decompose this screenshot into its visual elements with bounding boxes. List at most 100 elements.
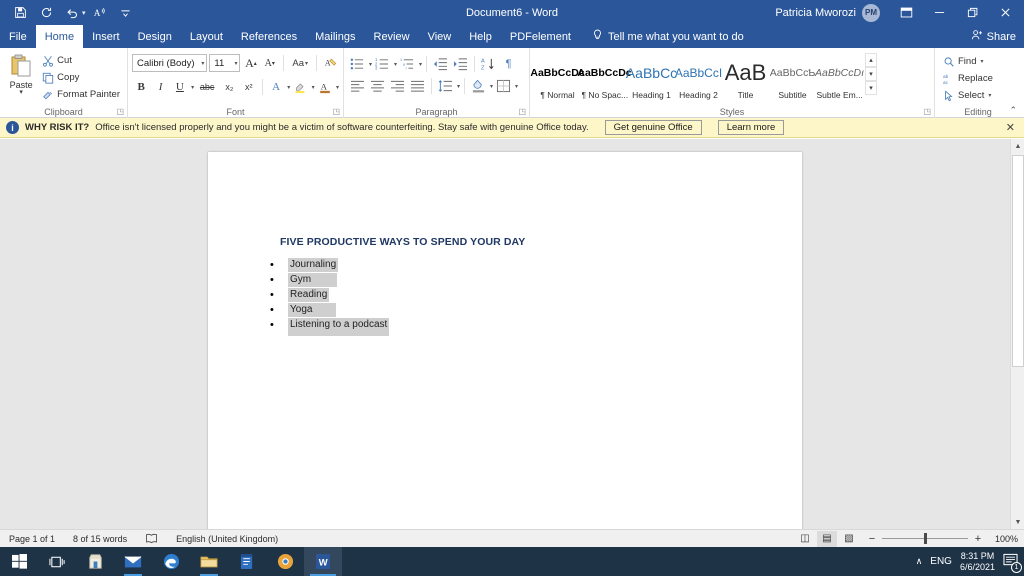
microsoft-store-icon[interactable] <box>76 547 114 576</box>
notification-center-icon[interactable]: 1 <box>1003 553 1022 573</box>
clear-formatting-icon[interactable]: A <box>322 54 339 73</box>
styles-scroll-down-button[interactable]: ▾ <box>865 67 877 81</box>
file-explorer-icon[interactable] <box>190 547 228 576</box>
replace-button[interactable]: ab ac Replace <box>939 70 1017 87</box>
underline-caret[interactable]: ▾ <box>191 84 194 91</box>
zoom-out-button[interactable]: − <box>867 533 877 545</box>
font-size-combo[interactable]: 11 ▾ <box>209 54 241 72</box>
word-count[interactable]: 8 of 15 words <box>64 534 136 544</box>
styles-dialog-launcher[interactable]: ◳ <box>923 107 931 116</box>
banner-close-icon[interactable]: ✕ <box>1006 121 1018 134</box>
share-button[interactable]: Share <box>971 25 1016 48</box>
tab-references[interactable]: References <box>232 25 306 48</box>
style-no-spacing[interactable]: AaBbCcDc ¶ No Spac... <box>577 51 631 105</box>
tab-help[interactable]: Help <box>460 25 501 48</box>
read-mode-view-button[interactable]: ◫ <box>795 531 815 547</box>
borders-caret[interactable]: ▾ <box>515 83 518 90</box>
justify-button[interactable] <box>408 77 427 96</box>
onenote-icon[interactable] <box>228 547 266 576</box>
tab-layout[interactable]: Layout <box>181 25 232 48</box>
bullets-caret[interactable]: ▾ <box>369 61 372 68</box>
paragraph-dialog-launcher[interactable]: ◳ <box>518 107 526 116</box>
font-name-caret[interactable]: ▾ <box>198 60 204 67</box>
subscript-button[interactable]: x₂ <box>220 78 238 97</box>
scroll-up-arrow-icon[interactable]: ▲ <box>1011 139 1024 153</box>
align-right-button[interactable] <box>388 77 407 96</box>
paste-button[interactable]: Paste ▾ <box>4 50 38 106</box>
strikethrough-button[interactable]: abc <box>195 78 219 97</box>
font-name-combo[interactable]: Calibri (Body) ▾ <box>132 54 208 72</box>
ribbon-display-options-icon[interactable] <box>890 0 923 25</box>
word-icon[interactable]: W <box>304 547 342 576</box>
shading-caret[interactable]: ▾ <box>490 83 493 90</box>
proofing-errors-icon[interactable] <box>136 533 167 544</box>
show-hidden-icons-button[interactable]: ∧ <box>916 556 923 567</box>
italic-button[interactable]: I <box>151 78 169 97</box>
tab-pdfelement[interactable]: PDFelement <box>501 25 580 48</box>
collapse-ribbon-button[interactable]: ⌃ <box>1009 105 1017 116</box>
multilevel-list-button[interactable]: 1ai <box>398 55 417 74</box>
text-highlight-caret[interactable]: ▾ <box>312 84 315 91</box>
font-size-caret[interactable]: ▾ <box>231 60 237 67</box>
tab-design[interactable]: Design <box>129 25 181 48</box>
tab-insert[interactable]: Insert <box>83 25 129 48</box>
repeat-icon[interactable] <box>34 2 58 24</box>
avatar[interactable]: PM <box>862 3 880 22</box>
start-button[interactable] <box>0 547 38 576</box>
text-effects-icon[interactable]: A <box>267 78 285 97</box>
select-caret[interactable]: ▾ <box>988 92 991 99</box>
show-formatting-marks-button[interactable]: ¶ <box>499 55 518 74</box>
align-left-button[interactable] <box>348 77 367 96</box>
tab-review[interactable]: Review <box>365 25 419 48</box>
select-button[interactable]: Select ▾ <box>939 87 1017 104</box>
copy-button[interactable]: Copy <box>38 69 123 86</box>
list-item[interactable]: • Journaling <box>270 258 389 273</box>
language-indicator[interactable]: English (United Kingdom) <box>167 534 287 544</box>
zoom-in-button[interactable]: + <box>973 533 983 545</box>
decrease-indent-button[interactable] <box>431 55 450 74</box>
shrink-font-icon[interactable]: A ▾ <box>261 54 278 73</box>
style-normal[interactable]: AaBbCcDc ¶ Normal <box>530 51 584 105</box>
font-dialog-launcher[interactable]: ◳ <box>332 107 340 116</box>
list-item[interactable]: • Reading <box>270 288 389 303</box>
list-item[interactable]: • Yoga <box>270 303 389 318</box>
tab-file[interactable]: File <box>0 25 36 48</box>
save-icon[interactable] <box>8 2 32 24</box>
vertical-scrollbar[interactable]: ▲ ▼ <box>1010 139 1024 529</box>
document-page[interactable]: FIVE PRODUCTIVE WAYS TO SPEND YOUR DAY •… <box>208 152 802 538</box>
line-spacing-caret[interactable]: ▾ <box>457 83 460 90</box>
center-button[interactable] <box>368 77 387 96</box>
text-highlight-icon[interactable] <box>291 78 309 97</box>
tell-me-search[interactable]: Tell me what you want to do <box>592 25 744 48</box>
page-indicator[interactable]: Page 1 of 1 <box>0 534 64 544</box>
shading-button[interactable] <box>469 77 488 96</box>
styles-scroll-up-button[interactable]: ▴ <box>865 53 877 67</box>
web-layout-view-button[interactable]: ▧ <box>839 531 859 547</box>
style-title[interactable]: AaB Title <box>722 51 769 105</box>
edge-icon[interactable] <box>152 547 190 576</box>
paste-dropdown-caret[interactable]: ▾ <box>19 89 23 96</box>
change-case-icon[interactable]: Aa ▾ <box>289 54 311 73</box>
undo-icon[interactable] <box>60 2 84 24</box>
clipboard-dialog-launcher[interactable]: ◳ <box>116 107 124 116</box>
underline-button[interactable]: U <box>171 78 189 97</box>
sort-button[interactable]: AZ <box>479 55 498 74</box>
tab-mailings[interactable]: Mailings <box>306 25 364 48</box>
zoom-slider[interactable] <box>882 533 968 544</box>
list-item[interactable]: • Listening to a podcast <box>270 318 390 336</box>
multilevel-list-caret[interactable]: ▾ <box>419 61 422 68</box>
tab-view[interactable]: View <box>419 25 461 48</box>
borders-button[interactable] <box>494 77 513 96</box>
language-indicator-tray[interactable]: ENG <box>930 556 952 567</box>
bullets-button[interactable] <box>348 55 367 74</box>
style-heading-2[interactable]: AaBbCcІ Heading 2 <box>675 51 722 105</box>
numbering-button[interactable]: 123 <box>373 55 392 74</box>
superscript-button[interactable]: x² <box>240 78 258 97</box>
learn-more-button[interactable]: Learn more <box>717 120 785 135</box>
clock[interactable]: 8:31 PM 6/6/2021 <box>960 551 995 573</box>
chrome-icon[interactable] <box>266 547 304 576</box>
scrollbar-thumb[interactable] <box>1012 155 1024 367</box>
print-layout-view-button[interactable]: ▤ <box>817 530 837 547</box>
zoom-level[interactable]: 100% <box>988 534 1018 544</box>
text-effects-caret[interactable]: ▾ <box>287 84 290 91</box>
